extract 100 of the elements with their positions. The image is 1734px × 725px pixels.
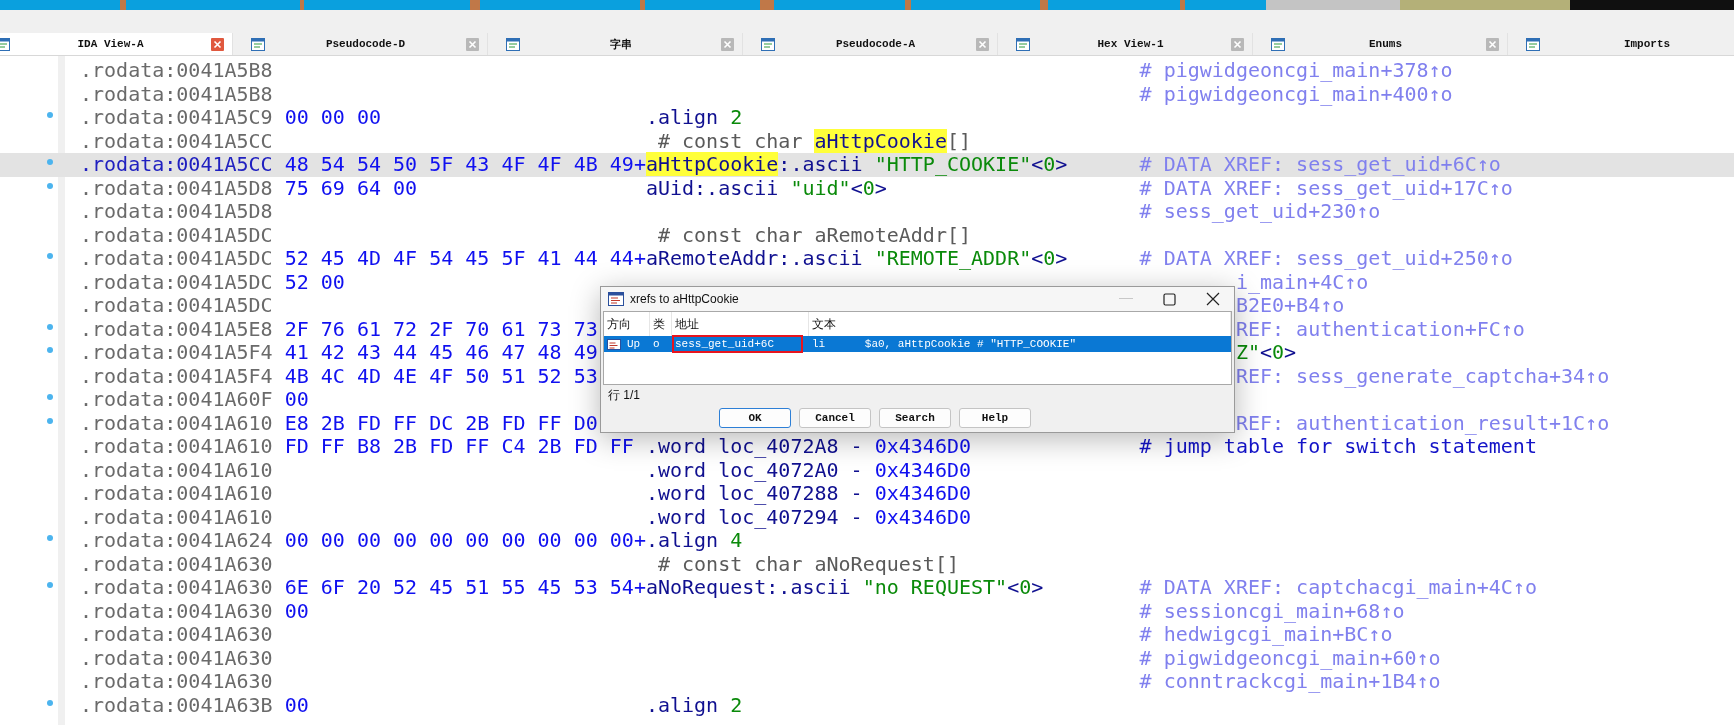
address: .rodata:0041A5DC	[80, 269, 273, 294]
tab[interactable]: Hex View-1	[998, 33, 1253, 55]
byte-values: 00 00 00 00 00 00 00 00 00 00+	[284, 528, 646, 552]
byte-values: 75 69 64 00	[284, 175, 418, 200]
address: .rodata:0041A5CC	[80, 152, 273, 176]
window-icon	[1526, 37, 1540, 51]
address: .rodata:0041A5D8	[80, 175, 273, 200]
byte-values: E8 2B FD FF DC 2B FD FF D0	[284, 410, 598, 435]
byte-values: 2F 76 61 72 2F 70 61 73 73	[284, 316, 598, 341]
comment: # DATA XREF: sess_get_uid+6C↑o	[1139, 153, 1501, 177]
comment: # DATA XREF: sess_get_uid+17C↑o	[1139, 176, 1513, 200]
address: .rodata:0041A5DC	[80, 246, 273, 270]
table-cell: sess_get_uid+6C	[675, 338, 801, 350]
byte-values: 6E 6F 20 52 45 51 55 45 53 54+	[284, 575, 646, 599]
tab[interactable]: Imports	[1508, 33, 1734, 55]
address: .rodata:0041A630	[80, 669, 273, 693]
byte-values: FD FF B8 2B FD FF C4 2B FD FF	[284, 434, 634, 458]
comment: # DATA XREF: captchacgi_main+4C↑o	[1139, 576, 1537, 600]
maximize-button[interactable]	[1163, 292, 1176, 306]
byte-values: 00	[284, 387, 309, 411]
close-icon[interactable]	[1231, 37, 1244, 51]
byte-values: 00	[284, 598, 309, 623]
tab[interactable]: Pseudocode-D	[233, 33, 488, 55]
address: .rodata:0041A630	[80, 598, 273, 623]
tab[interactable]: Pseudocode-A	[743, 33, 998, 55]
instruction: aUid:.ascii "uid"<0>	[645, 175, 887, 200]
address: .rodata:0041A630	[80, 645, 273, 670]
window-icon	[1271, 37, 1285, 51]
instruction: # const char aNoRequest[]	[656, 551, 959, 576]
dialog-button[interactable]: Cancel	[799, 408, 871, 428]
address: .rodata:0041A610	[80, 434, 273, 458]
address: .rodata:0041A60F	[80, 387, 273, 411]
dialog-title: xrefs to aHttpCookie	[630, 292, 739, 306]
list-icon	[607, 338, 621, 350]
dialog-button[interactable]: Search	[879, 408, 951, 428]
window-icon	[0, 37, 10, 51]
address: .rodata:0041A624	[80, 528, 273, 552]
close-button[interactable]	[1206, 292, 1220, 306]
close-icon[interactable]	[976, 37, 989, 51]
instruction: aRemoteAddr:.ascii "REMOTE_ADDR"<0>	[645, 246, 1068, 270]
comment: # hedwigcgi_main+BC↑o	[1139, 623, 1393, 647]
comment: # DATA XREF: sess_get_uid+250↑o	[1139, 247, 1513, 271]
dialog-button[interactable]: Help	[959, 408, 1031, 428]
comment: # sessioncgi_main+68↑o	[1139, 599, 1405, 623]
comment: # jump table for switch statement	[1139, 435, 1537, 459]
window-icon	[506, 37, 520, 51]
instruction: .word loc_407294 - 0x4346D0	[645, 504, 971, 529]
byte-values: 00 00 00	[284, 105, 381, 129]
tab[interactable]: Enums	[1253, 33, 1508, 55]
comment: B2E0+B4↑o	[1235, 294, 1345, 318]
status-text: 行 1/1	[607, 387, 641, 404]
comment: # conntrackcgi_main+1B4↑o	[1139, 670, 1441, 694]
byte-values: 00	[284, 692, 309, 717]
address: .rodata:0041A5CC	[80, 128, 273, 153]
minimize-button[interactable]	[1119, 298, 1133, 300]
tab[interactable]: 字串	[488, 33, 743, 55]
comment: # sess_get_uid+230↑o	[1139, 200, 1381, 224]
xref-row[interactable]: Up o sess_get_uid+6C li $a0, aHttpCookie # "HTTP_COOKIE"	[604, 336, 1231, 352]
instruction: .word loc_407288 - 0x4346D0	[645, 481, 971, 505]
tab[interactable]: IDA View-A	[0, 33, 233, 55]
window-icon	[1016, 37, 1030, 51]
window-icon	[761, 37, 775, 51]
list-icon	[608, 292, 624, 306]
address: .rodata:0041A5C9	[80, 105, 273, 129]
close-icon[interactable]	[466, 37, 479, 51]
window-icon	[251, 37, 265, 51]
table-cell: li $a0, aHttpCookie # "HTTP_COOKIE"	[812, 338, 1077, 350]
comment: REF: authentication_result+1C↑o	[1235, 411, 1610, 435]
address: .rodata:0041A5DC	[80, 222, 273, 247]
comment: i_main+4C↑o	[1235, 270, 1369, 294]
byte-values: 4B 4C 4D 4E 4F 50 51 52 53	[284, 363, 598, 388]
address: .rodata:0041A630	[80, 551, 273, 576]
address: .rodata:0041A5B8	[80, 58, 273, 82]
instruction: .word loc_4072A8 - 0x4346D0	[645, 434, 971, 458]
close-icon[interactable]	[721, 37, 734, 51]
address: .rodata:0041A5E8	[80, 316, 273, 341]
byte-values: 41 42 43 44 45 46 47 48 49	[284, 340, 598, 364]
address: .rodata:0041A610	[80, 481, 273, 505]
address: .rodata:0041A610	[80, 504, 273, 529]
comment: # pigwidgeoncgi_main+400↑o	[1139, 82, 1453, 106]
address: .rodata:0041A630	[80, 575, 273, 599]
comment: REF: sess_generate_captcha+34↑o	[1235, 364, 1610, 388]
table-cell: Up	[627, 338, 641, 350]
address: .rodata:0041A63B	[80, 692, 273, 717]
byte-values: 52 45 4D 4F 54 45 5F 41 44 44+	[284, 246, 646, 270]
comment: # pigwidgeoncgi_main+378↑o	[1139, 59, 1453, 83]
address: .rodata:0041A5B8	[80, 81, 273, 106]
address: .rodata:0041A5F4	[80, 340, 273, 364]
table-cell: o	[653, 338, 660, 350]
close-icon[interactable]	[211, 37, 224, 51]
close-icon[interactable]	[1486, 37, 1499, 51]
instruction: # const char aRemoteAddr[]	[656, 222, 971, 247]
byte-values: 48 54 54 50 5F 43 4F 4F 4B 49+	[284, 152, 646, 176]
instruction: # const char aHttpCookie[]	[656, 128, 972, 153]
comment: # pigwidgeoncgi_main+60↑o	[1139, 646, 1441, 670]
address: .rodata:0041A610	[80, 457, 273, 482]
dialog-button[interactable]: OK	[719, 408, 791, 428]
instruction: aNoRequest:.ascii "no REQUEST"<0>	[645, 575, 1044, 599]
navigation-band[interactable]	[0, 0, 1734, 10]
address: .rodata:0041A5F4	[80, 363, 273, 388]
